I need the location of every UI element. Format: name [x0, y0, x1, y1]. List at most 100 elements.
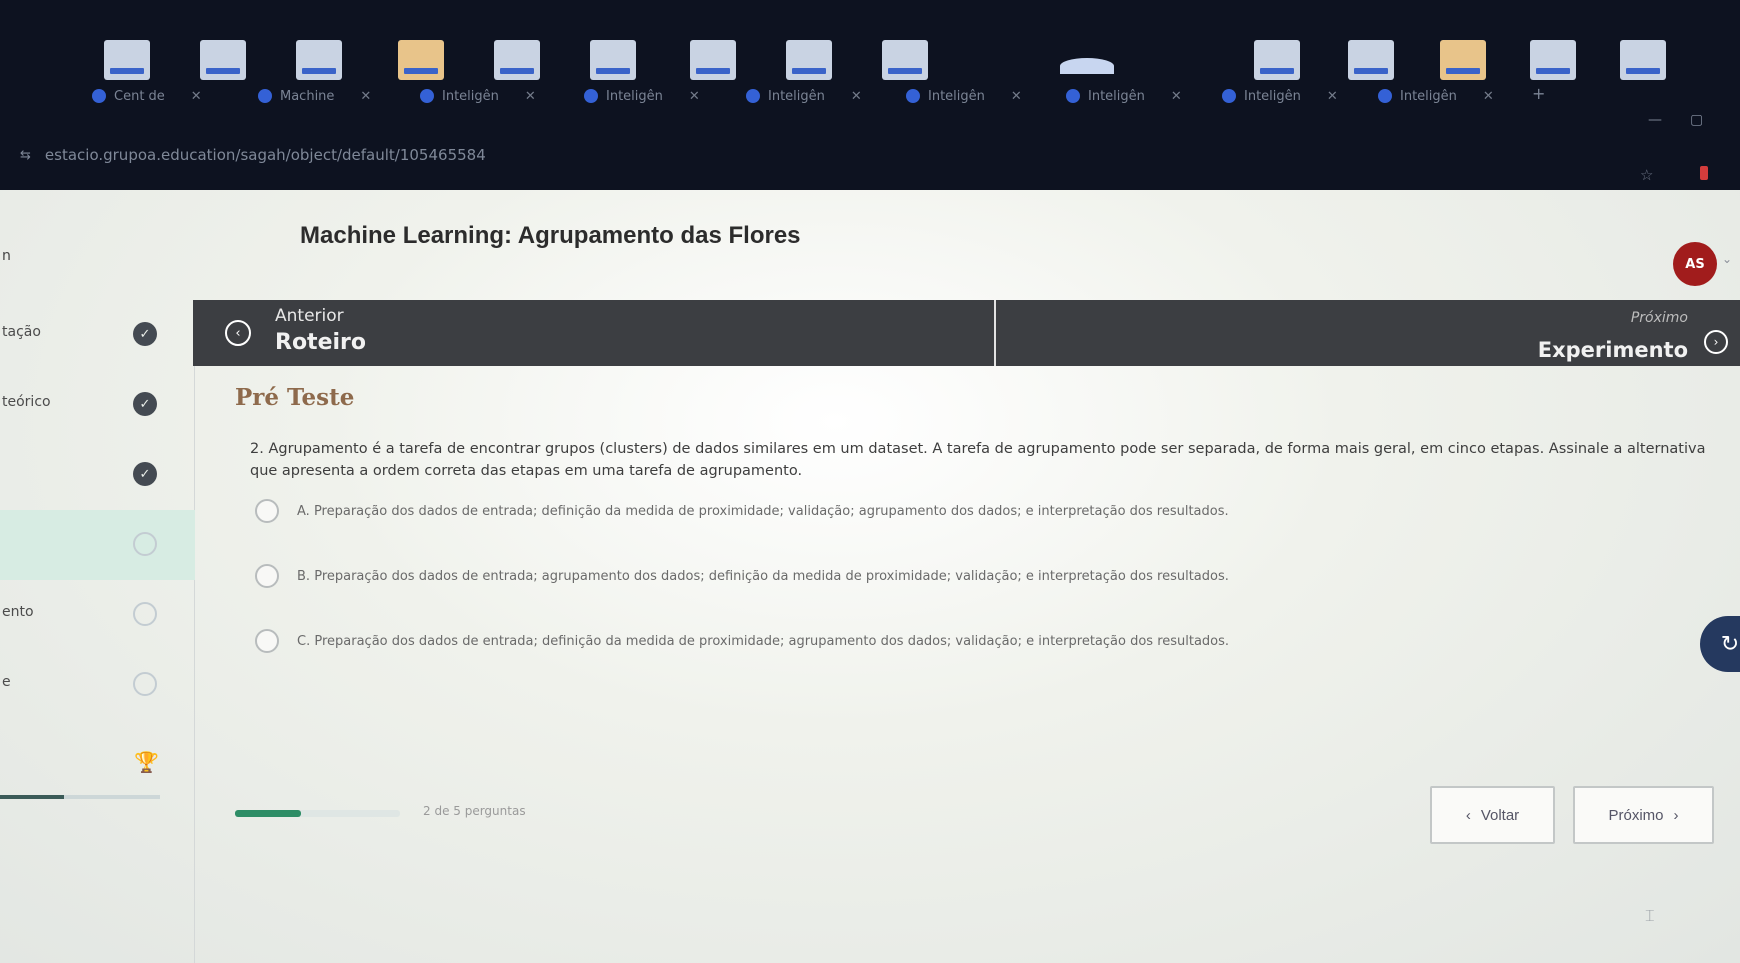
question-text: 2. Agrupamento é a tarefa de encontrar g…: [250, 441, 1706, 479]
chevron-left-icon: ‹: [1465, 806, 1471, 824]
bookmark-star-icon[interactable]: ☆: [1640, 166, 1653, 184]
browser-chrome: Cent de ✕ Machine ✕ Inteligên ✕ Inteligê…: [0, 0, 1740, 190]
browser-tab[interactable]: Inteligên ✕: [584, 78, 700, 114]
tab-favicon-icon: [420, 89, 434, 103]
browser-tab[interactable]: Inteligên ✕: [420, 78, 536, 114]
bookmark-icon[interactable]: [1348, 40, 1394, 80]
tab-favicon-icon: [92, 89, 106, 103]
menu-fragment: n: [2, 248, 11, 264]
chevron-left-icon: ‹: [225, 320, 251, 346]
bookmark-icon[interactable]: [398, 40, 444, 80]
bookmark-icon[interactable]: [1254, 40, 1300, 80]
next-button[interactable]: Próximo ›: [1573, 786, 1714, 844]
lesson-nav-bar: ‹ Anterior Roteiro Próximo Experimento ›: [193, 300, 1740, 366]
bookmark-icon[interactable]: [494, 40, 540, 80]
course-title: Machine Learning: Agrupamento das Flores: [300, 222, 801, 249]
quiz-content: Pré Teste 2. Agrupamento é a tarefa de e…: [195, 366, 1740, 963]
tab-close-icon[interactable]: ✕: [525, 89, 536, 104]
browser-tab[interactable]: Cent de ✕: [92, 78, 202, 114]
answer-option-b[interactable]: B. Preparação dos dados de entrada; agru…: [255, 561, 1655, 591]
next-lesson-button[interactable]: Próximo Experimento ›: [998, 300, 1740, 366]
bookmark-icon[interactable]: [590, 40, 636, 80]
sidebar-item[interactable]: tação ✓: [0, 300, 195, 370]
radio-button[interactable]: [255, 629, 279, 653]
chevron-down-icon[interactable]: ⌄: [1722, 252, 1732, 266]
quiz-progress-bar: [235, 810, 400, 817]
site-info-icon[interactable]: ⇆: [20, 148, 31, 163]
browser-tab[interactable]: Machine ✕: [258, 78, 371, 114]
tab-close-icon[interactable]: ✕: [689, 89, 700, 104]
bookmark-icon[interactable]: [882, 40, 928, 80]
sidebar-progress-bar: [0, 795, 160, 799]
previous-label: Anterior: [275, 306, 344, 326]
chevron-right-icon: ›: [1704, 330, 1728, 354]
browser-tab[interactable]: Inteligên ✕: [1066, 78, 1182, 114]
answer-option-c[interactable]: C. Preparação dos dados de entrada; defi…: [255, 626, 1655, 656]
check-circle-icon: ✓: [133, 462, 157, 486]
tab-close-icon[interactable]: ✕: [1171, 89, 1182, 104]
user-avatar[interactable]: AS: [1673, 242, 1717, 286]
address-bar[interactable]: ⇆ estacio.grupoa.education/sagah/object/…: [20, 140, 1720, 170]
browser-tab[interactable]: Inteligên ✕: [1222, 78, 1338, 114]
back-button[interactable]: ‹ Voltar: [1430, 786, 1555, 844]
progress-text: 2 de 5 perguntas: [423, 804, 526, 818]
sidebar-item-active[interactable]: [0, 510, 195, 580]
tab-favicon-icon: [258, 89, 272, 103]
new-tab-button[interactable]: +: [1532, 84, 1545, 103]
browser-tab[interactable]: Inteligên ✕: [1378, 78, 1494, 114]
tab-close-icon[interactable]: ✕: [360, 89, 371, 104]
bookmark-icon[interactable]: [1530, 40, 1576, 80]
bookmark-icon[interactable]: [690, 40, 736, 80]
section-title: Pré Teste: [235, 384, 355, 411]
next-lesson-title: Experimento: [1537, 338, 1688, 362]
bookmark-icon[interactable]: [104, 40, 150, 80]
check-circle-icon: ✓: [133, 322, 157, 346]
empty-circle-icon: [133, 532, 157, 556]
extension-icon[interactable]: [1700, 166, 1708, 180]
bookmark-icon[interactable]: [1620, 40, 1666, 80]
radio-button[interactable]: [255, 564, 279, 588]
answer-option-a[interactable]: A. Preparação dos dados de entrada; defi…: [255, 496, 1655, 526]
bookmark-logo-icon[interactable]: [1060, 40, 1114, 80]
quiz-progress-fill: [235, 810, 301, 817]
refresh-icon: ↻: [1720, 631, 1740, 657]
sidebar-item[interactable]: e: [0, 650, 195, 720]
sidebar-item[interactable]: ento: [0, 580, 195, 650]
tab-close-icon[interactable]: ✕: [191, 89, 202, 104]
course-header: n Machine Learning: Agrupamento das Flor…: [0, 190, 1740, 300]
tab-favicon-icon: [584, 89, 598, 103]
maximize-icon[interactable]: ▢: [1690, 112, 1703, 128]
browser-tab[interactable]: Inteligên ✕: [906, 78, 1022, 114]
tab-close-icon[interactable]: ✕: [1483, 89, 1494, 104]
minimize-icon[interactable]: —: [1648, 112, 1662, 128]
radio-button[interactable]: [255, 499, 279, 523]
trophy-icon: 🏆: [134, 750, 159, 774]
chevron-right-icon: ›: [1673, 806, 1679, 824]
bookmark-icon[interactable]: [786, 40, 832, 80]
tab-favicon-icon: [1378, 89, 1392, 103]
sidebar-progress-fill: [0, 795, 64, 799]
bookmark-icon[interactable]: [200, 40, 246, 80]
tab-favicon-icon: [906, 89, 920, 103]
previous-lesson-title: Roteiro: [275, 330, 366, 355]
tab-favicon-icon: [1066, 89, 1080, 103]
tab-close-icon[interactable]: ✕: [851, 89, 862, 104]
floating-action-button[interactable]: ↻: [1700, 616, 1740, 672]
tab-strip: Cent de ✕ Machine ✕ Inteligên ✕ Inteligê…: [0, 78, 1740, 114]
tab-favicon-icon: [1222, 89, 1236, 103]
tab-favicon-icon: [746, 89, 760, 103]
bookmark-icon[interactable]: [296, 40, 342, 80]
page: n Machine Learning: Agrupamento das Flor…: [0, 190, 1740, 963]
empty-circle-icon: [133, 672, 157, 696]
mouse-cursor-icon: ⌶: [1645, 906, 1655, 925]
url-text[interactable]: estacio.grupoa.education/sagah/object/de…: [45, 146, 486, 164]
tab-close-icon[interactable]: ✕: [1327, 89, 1338, 104]
sidebar-item[interactable]: teórico ✓: [0, 370, 195, 440]
bookmark-icon[interactable]: [1440, 40, 1486, 80]
next-label: Próximo: [1630, 310, 1688, 326]
previous-lesson-button[interactable]: ‹ Anterior Roteiro: [193, 300, 996, 366]
browser-tab[interactable]: Inteligên ✕: [746, 78, 862, 114]
sidebar-item[interactable]: ✓: [0, 440, 195, 510]
tab-close-icon[interactable]: ✕: [1011, 89, 1022, 104]
empty-circle-icon: [133, 602, 157, 626]
